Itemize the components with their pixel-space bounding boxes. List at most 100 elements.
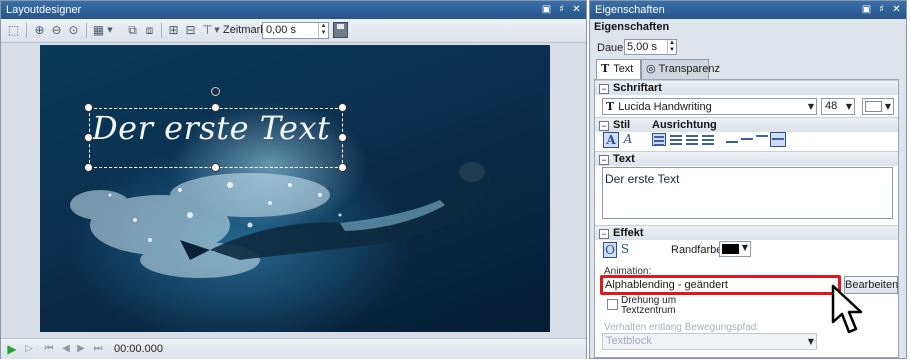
fit-to-frame-icon[interactable] <box>770 132 786 147</box>
pfad-select[interactable]: Textblock ▼ <box>602 333 817 350</box>
layoutdesigner-panel: Layoutdesigner ▣ ♯ ✕ ⬚ ⊕ ⊖ ⊙ ▦ ▼ ⧉ ⧈ ⊞ ⊟… <box>0 0 587 359</box>
drehung-checkbox[interactable] <box>607 299 618 310</box>
zeitmarke-value: 0,00 s <box>266 24 296 36</box>
text-tab-content: − Schriftart T Lucida Handwriting ▼ 48 ▼ ▼… <box>594 79 899 358</box>
randfarbe-select[interactable]: ▼ <box>719 241 751 257</box>
chevron-down-icon: ▼ <box>807 102 814 111</box>
text-input[interactable]: Der erste Text <box>602 167 893 219</box>
drehung-label-line-2: Textzentrum <box>621 305 676 316</box>
resize-handle-bottom-left[interactable] <box>84 163 93 172</box>
canvas-text-object[interactable]: Der erste Text <box>92 109 330 147</box>
transparency-icon: ◎ <box>646 63 656 75</box>
play-icon[interactable]: ▶ <box>5 342 19 356</box>
collapse-icon[interactable]: − <box>599 155 609 165</box>
chevron-down-icon: ▼ <box>845 102 852 111</box>
zoom-fit-icon[interactable]: ⊙ <box>65 22 82 39</box>
drehung-label: Drehung um Textzentrum <box>621 296 676 316</box>
align-left-icon[interactable] <box>652 133 666 146</box>
dauer-input[interactable]: 5,00 s ▲ ▼ <box>624 39 677 55</box>
outline-effect-icon[interactable]: O <box>603 242 617 258</box>
text-section[interactable]: − Text <box>599 152 635 166</box>
pin-icon[interactable]: ♯ <box>555 3 568 16</box>
pfad-value: Textblock <box>606 335 652 347</box>
properties-title-bar: Eigenschaften ▣ ♯ ✕ <box>590 1 906 19</box>
pin-icon[interactable]: ♯ <box>875 3 888 16</box>
window-restore-icon[interactable]: ▣ <box>860 3 873 16</box>
ausrichtung-header: Ausrichtung <box>652 119 717 131</box>
italic-icon[interactable]: A <box>620 132 636 148</box>
group-icon[interactable]: ⧉ <box>124 22 141 39</box>
dauer-value: 5,00 s <box>627 41 657 53</box>
arrange-icon[interactable]: ⊞ <box>165 22 182 39</box>
step-forward-icon[interactable]: ▶ <box>74 342 88 356</box>
collapse-icon[interactable]: − <box>599 229 609 239</box>
schriftart-section[interactable]: − Schriftart <box>599 81 662 95</box>
animation-value: Alphablending - geändert <box>605 279 728 291</box>
distribute-icon[interactable]: ⊟ <box>182 22 199 39</box>
ungroup-icon[interactable]: ⧈ <box>141 22 158 39</box>
grid-dropdown-arrow-icon[interactable]: ▼ <box>106 22 114 39</box>
bold-icon[interactable]: A <box>603 132 619 148</box>
time-display: 00:00.000 <box>114 343 163 355</box>
skip-to-end-icon[interactable]: ⏭ <box>91 342 105 356</box>
align-center-icon[interactable] <box>669 133 683 146</box>
tab-text-label: Text <box>613 63 634 75</box>
valign-top-icon[interactable] <box>755 133 769 146</box>
zeitmarke-spinner-icon[interactable]: ▲ ▼ <box>318 23 328 38</box>
layoutdesigner-title-bar: Layoutdesigner ▣ ♯ ✕ <box>1 1 586 19</box>
resize-handle-top-left[interactable] <box>84 103 93 112</box>
properties-header: Eigenschaften <box>594 21 670 33</box>
font-select[interactable]: T Lucida Handwriting ▼ <box>602 98 817 115</box>
align-justify-icon[interactable] <box>701 133 715 146</box>
save-icon[interactable] <box>333 22 348 38</box>
font-color-select[interactable]: ▼ <box>862 98 894 115</box>
resize-handle-top[interactable] <box>211 103 220 112</box>
tab-transparenz-label: Transparenz <box>658 63 720 75</box>
grid-icon[interactable]: ▦ <box>90 22 107 39</box>
align-dropdown-arrow-icon[interactable]: ▼ <box>213 22 221 39</box>
effekt-header: Effekt <box>613 227 644 239</box>
collapse-icon[interactable]: − <box>599 84 609 94</box>
font-size-value: 48 <box>825 100 838 112</box>
close-icon[interactable]: ✕ <box>890 3 903 16</box>
stil-header: Stil <box>613 119 631 131</box>
font-size-select[interactable]: 48 ▼ <box>821 98 855 115</box>
effekt-section[interactable]: − Effekt <box>599 226 644 240</box>
resize-handle-top-right[interactable] <box>338 103 347 112</box>
collapse-icon[interactable]: − <box>599 121 609 131</box>
chevron-down-icon: ▼ <box>884 102 891 111</box>
zoom-out-icon[interactable]: ⊖ <box>48 22 65 39</box>
layout-canvas[interactable]: Der erste Text <box>40 45 550 332</box>
tab-text[interactable]: T Text <box>596 59 641 80</box>
properties-title: Eigenschaften <box>595 4 665 16</box>
close-icon[interactable]: ✕ <box>570 3 583 16</box>
stil-section[interactable]: − Stil <box>599 118 659 132</box>
valign-bottom-icon[interactable] <box>725 133 739 146</box>
underwater-diver-image <box>70 162 491 278</box>
resize-handle-right[interactable] <box>338 133 347 142</box>
shadow-effect-icon[interactable]: S <box>618 242 632 258</box>
valign-middle-icon[interactable] <box>740 133 754 146</box>
skip-to-start-icon[interactable]: ⏮ <box>42 342 56 356</box>
window-restore-icon[interactable]: ▣ <box>540 3 553 16</box>
resize-handle-left[interactable] <box>84 133 93 142</box>
dauer-spinner-icon[interactable]: ▲ ▼ <box>667 40 676 54</box>
animation-field[interactable]: Alphablending - geändert <box>600 275 841 295</box>
zeitmarke-input[interactable]: 0,00 s ▲ ▼ <box>262 22 329 39</box>
font-value: Lucida Handwriting <box>618 101 712 113</box>
randfarbe-swatch <box>722 244 739 254</box>
pfad-label: Verhalten entlang Bewegungspfad: <box>604 322 760 333</box>
zoom-in-icon[interactable]: ⊕ <box>31 22 48 39</box>
selection-tool-icon[interactable]: ⬚ <box>5 22 22 39</box>
play-from-start-icon[interactable]: ▷ <box>22 342 36 356</box>
align-right-icon[interactable] <box>685 133 699 146</box>
step-back-icon[interactable]: ◀ <box>59 342 73 356</box>
layoutdesigner-toolbar: ⬚ ⊕ ⊖ ⊙ ▦ ▼ ⧉ ⧈ ⊞ ⊟ ⊤ ▼ Zeitmarke: 0,00 … <box>1 19 586 43</box>
randfarbe-label: Randfarbe: <box>671 244 726 256</box>
tab-transparenz[interactable]: ◎ Transparenz <box>641 59 720 79</box>
rotation-handle[interactable] <box>211 87 220 96</box>
resize-handle-bottom-right[interactable] <box>338 163 347 172</box>
text-header: Text <box>613 153 635 165</box>
text-T-icon: T <box>601 62 610 75</box>
resize-handle-bottom[interactable] <box>211 163 220 172</box>
